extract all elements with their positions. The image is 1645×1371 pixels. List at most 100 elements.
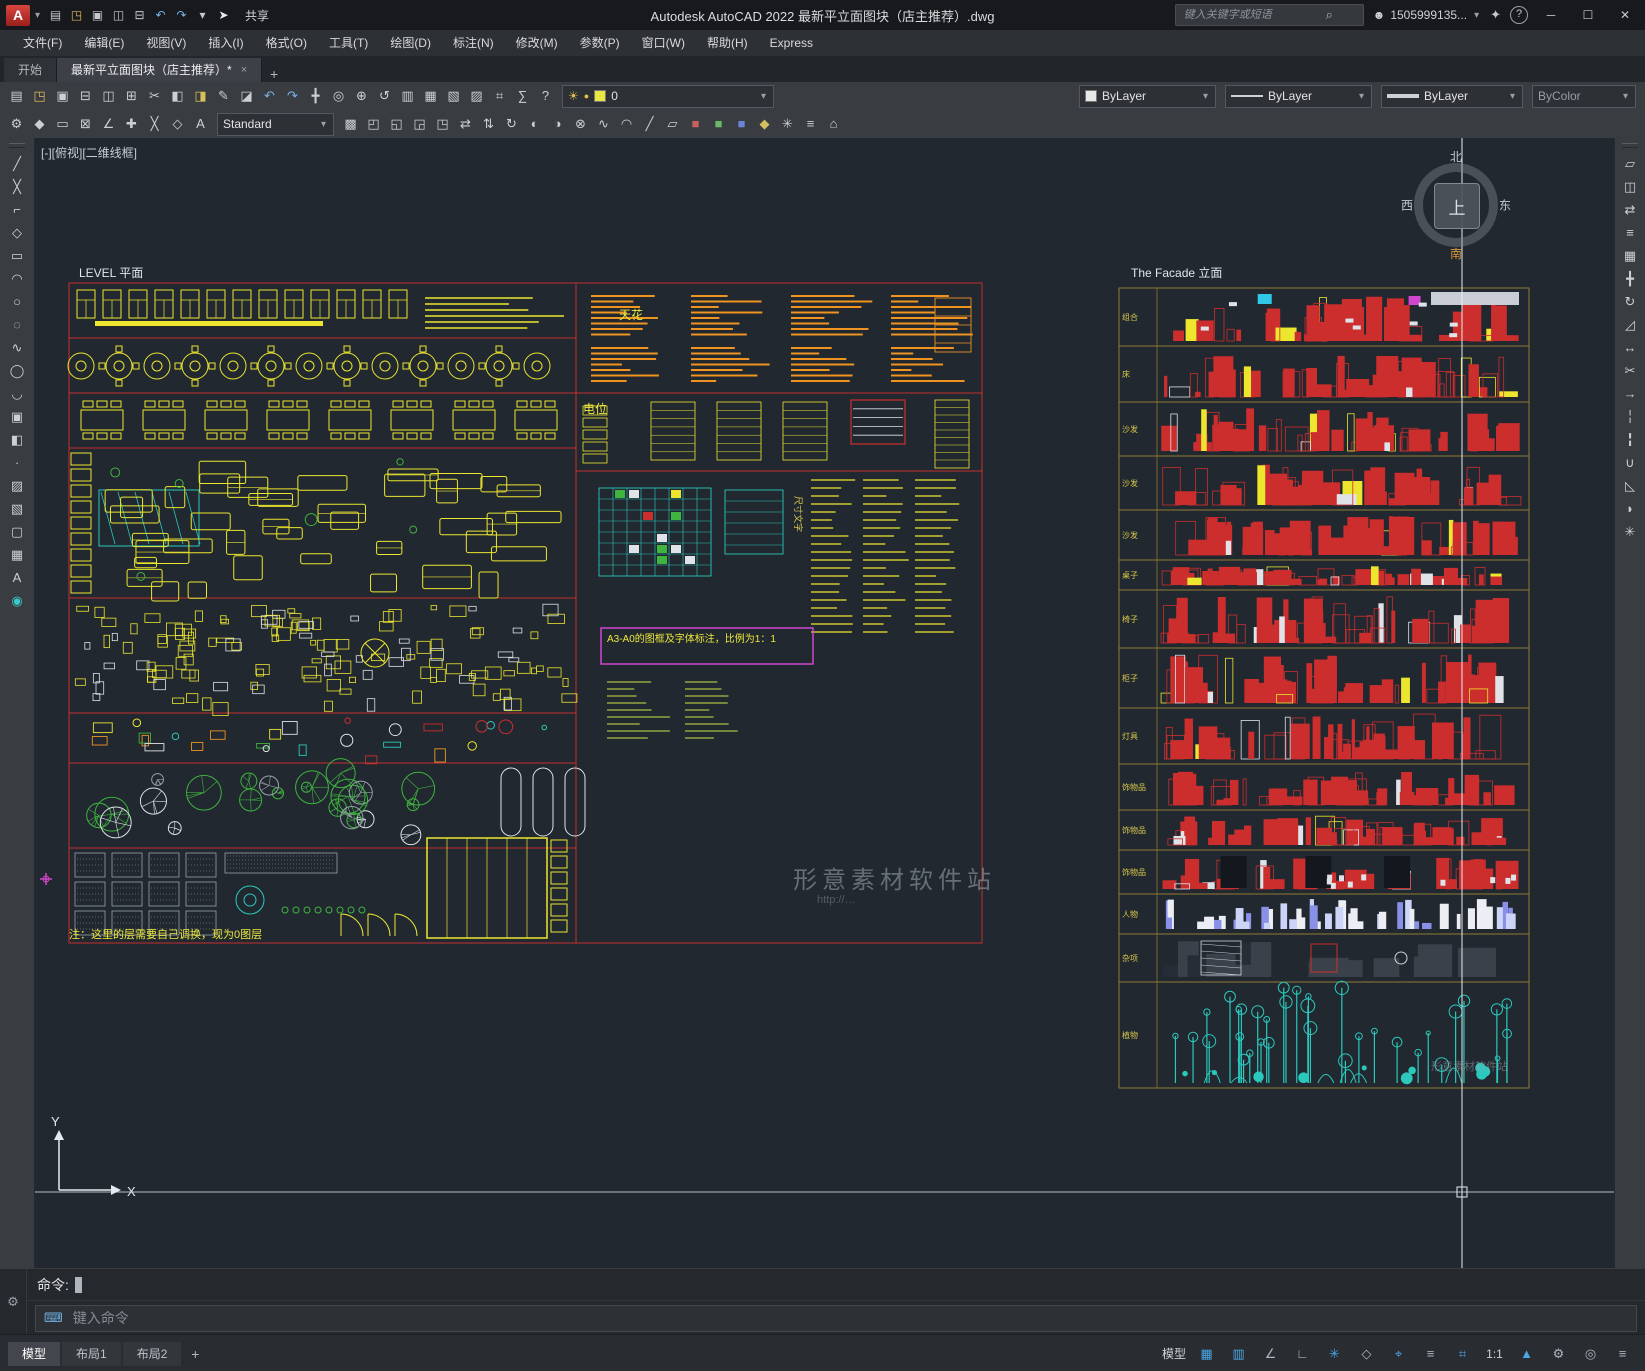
menu-item-0[interactable]: 文件(F) [12, 30, 73, 56]
tab-close-icon[interactable]: × [241, 58, 247, 82]
list-icon[interactable]: ≡ [799, 113, 822, 135]
plot-icon[interactable]: ⊟ [129, 5, 150, 26]
toolbar-grip[interactable] [1622, 143, 1638, 148]
home-view-icon[interactable]: ⌂ [822, 113, 845, 135]
isodraft-icon[interactable]: ◇ [1352, 1342, 1381, 1366]
properties-icon[interactable]: ▥ [396, 85, 419, 107]
stretch-icon[interactable]: ↔ [1619, 337, 1642, 359]
join-icon[interactable]: ∪ [1619, 452, 1642, 474]
qat-dropdown-icon[interactable]: ▾ [192, 5, 213, 26]
red-tool-icon[interactable]: ■ [684, 113, 707, 135]
rotate-icon[interactable]: ↻ [1619, 291, 1642, 313]
saveas-icon[interactable]: ◫ [108, 5, 129, 26]
spline-icon[interactable]: ∿ [6, 337, 29, 359]
pan-icon[interactable]: ╋ [304, 85, 327, 107]
osnap-settings-icon[interactable]: ◇ [166, 113, 189, 135]
linetype-caret-icon[interactable]: ▾ [1357, 91, 1366, 102]
workspace-gear-icon[interactable]: ⚙ [1544, 1342, 1573, 1366]
menu-item-9[interactable]: 参数(P) [569, 30, 631, 56]
search-box[interactable]: ⌕ [1174, 4, 1364, 26]
redo-icon[interactable]: ↷ [281, 85, 304, 107]
viewcube-north[interactable]: 北 [1450, 148, 1462, 165]
app-menu-button[interactable]: A [6, 4, 30, 26]
scale-label[interactable]: 1:1 [1480, 1342, 1509, 1366]
viewcube-top-face[interactable]: 上 [1434, 183, 1480, 229]
ellipse-arc-icon[interactable]: ◡ [6, 383, 29, 405]
customize-icon[interactable]: ≡ [1608, 1342, 1637, 1366]
help-icon[interactable]: ? [534, 85, 557, 107]
block-editor-icon[interactable]: ◪ [235, 85, 258, 107]
plotstyle-caret-icon[interactable]: ▾ [1621, 91, 1630, 102]
model-space-label[interactable]: 模型 [1159, 1342, 1189, 1366]
close-button[interactable]: ✕ [1611, 0, 1639, 30]
construction-line-icon[interactable]: ╳ [6, 176, 29, 198]
tab-start[interactable]: 开始 [4, 58, 58, 82]
publish-icon[interactable]: ⊞ [120, 85, 143, 107]
trim-icon[interactable]: ✂ [1619, 360, 1642, 382]
new-tab-button[interactable]: + [262, 66, 286, 82]
shade-alt-icon[interactable]: ◑ [546, 113, 569, 135]
command-customize-button[interactable]: ⚙ [0, 1269, 27, 1335]
point-icon[interactable]: ∙ [6, 452, 29, 474]
drawing-canvas[interactable]: 尺寸文字 组合床沙发 沙发 沙发 桌子 椅子 柜子 灯具 饰物品 饰物品 饰物品 人物 杂项 植物 Y X [… [35, 138, 1614, 1268]
share-button[interactable]: 共享 [237, 7, 277, 24]
insert-block-icon[interactable]: ▣ [6, 406, 29, 428]
text-style-caret-icon[interactable]: ▾ [319, 119, 328, 130]
lineweight-combo[interactable]: ByLayer ▾ [1381, 84, 1523, 108]
erase-icon[interactable]: ▱ [661, 113, 684, 135]
isolate-icon[interactable]: ◎ [1576, 1342, 1605, 1366]
grid-icon[interactable]: ▦ [1192, 1342, 1221, 1366]
menu-item-7[interactable]: 标注(N) [442, 30, 505, 56]
search-input[interactable] [1181, 8, 1326, 22]
minimize-button[interactable]: ─ [1537, 0, 1565, 30]
plot-style-icon[interactable]: ◲ [408, 113, 431, 135]
measure-icon[interactable]: ∠ [97, 113, 120, 135]
cut-icon[interactable]: ✂ [143, 85, 166, 107]
line-icon[interactable]: ╱ [6, 153, 29, 175]
qnew-icon[interactable]: ▤ [5, 85, 28, 107]
viewcube[interactable]: 上 北 南 西 东 [1400, 149, 1512, 261]
polyline-icon[interactable]: ⌐ [6, 199, 29, 221]
polar-icon[interactable]: ✳ [1320, 1342, 1349, 1366]
share-icon[interactable]: ➤ [213, 5, 234, 26]
gradient-icon[interactable]: ▧ [6, 498, 29, 520]
maximize-button[interactable]: ☐ [1574, 0, 1602, 30]
menu-item-5[interactable]: 工具(T) [318, 30, 379, 56]
erase-alt-icon[interactable]: ╳ [143, 113, 166, 135]
command-input[interactable] [70, 1309, 1628, 1327]
plot-icon[interactable]: ⊟ [74, 85, 97, 107]
viewcube-east[interactable]: 东 [1499, 197, 1511, 214]
undo-icon[interactable]: ↶ [258, 85, 281, 107]
add-icon[interactable]: ✚ [120, 113, 143, 135]
new-layout-button[interactable]: + [183, 1346, 207, 1362]
text-style-combo[interactable]: Standard ▾ [217, 112, 334, 136]
move-icon[interactable]: ╋ [1619, 268, 1642, 290]
text-style-icon[interactable]: A [189, 113, 212, 135]
color-caret-icon[interactable]: ▾ [1201, 91, 1210, 102]
fillet-icon[interactable]: ◗ [1619, 498, 1642, 520]
workspace-icon[interactable]: ⚙ [5, 113, 28, 135]
gizmo-icon[interactable]: ◆ [28, 113, 51, 135]
toolbar-grip[interactable] [9, 143, 25, 148]
yellow-tool-icon[interactable]: ◆ [753, 113, 776, 135]
ellipse-icon[interactable]: ◯ [6, 360, 29, 382]
annotation-scale-icon[interactable]: ▲ [1512, 1342, 1541, 1366]
extend-icon[interactable]: → [1619, 383, 1642, 405]
polygon-icon[interactable]: ◇ [6, 222, 29, 244]
save-icon[interactable]: ▣ [87, 5, 108, 26]
rotate-view-icon[interactable]: ↻ [500, 113, 523, 135]
break-point-icon[interactable]: ╎ [1619, 406, 1642, 428]
tool-palettes-icon[interactable]: ▧ [442, 85, 465, 107]
mtext-icon[interactable]: A [6, 567, 29, 589]
command-input-box[interactable]: ⌨ [35, 1304, 1637, 1332]
table-style-icon[interactable]: ◰ [362, 113, 385, 135]
infer-icon[interactable]: ∠ [1256, 1342, 1285, 1366]
swap-icon[interactable]: ⇄ [454, 113, 477, 135]
dyninput-icon[interactable]: ⌗ [1448, 1342, 1477, 1366]
arc-icon[interactable]: ◠ [6, 268, 29, 290]
menu-item-6[interactable]: 绘图(D) [379, 30, 442, 56]
viewcube-south[interactable]: 南 [1450, 245, 1462, 262]
help-icon[interactable]: ? [1510, 6, 1528, 24]
spline-edit-icon[interactable]: ∿ [592, 113, 615, 135]
vertical-swap-icon[interactable]: ⇅ [477, 113, 500, 135]
